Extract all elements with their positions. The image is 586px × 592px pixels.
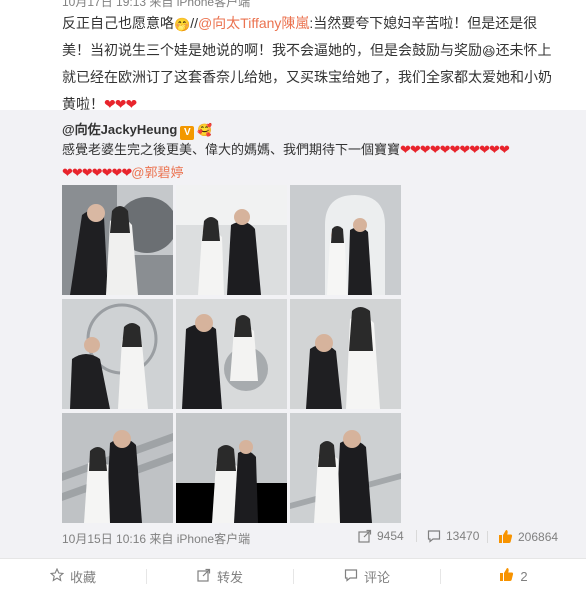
heart-emoji-icons-a: ❤❤❤❤❤❤❤❤❤❤❤ (400, 142, 510, 157)
repost-author-line: @向佐JackyHeung V 🥰 (62, 119, 212, 140)
thumbs-up-icon (498, 529, 513, 547)
post-text-line2: 美！当初说生三个娃是她说的啊！我不会逼她的，但是会鼓励与奖励 (62, 42, 482, 58)
like-count-label: 206864 (518, 530, 559, 544)
like-button[interactable]: 2 (441, 559, 586, 592)
post-text: 反正自己也愿意咯🤭//@向太Tiffany陳嵐:当然要夸下媳妇辛苦啦！但是还是很… (62, 10, 570, 118)
cover-mouth-emoji-icon: 🤭 (174, 17, 191, 32)
mention-link-guo[interactable]: @郭碧婷 (131, 165, 183, 180)
laughing-emoji-icon: 😆 (482, 44, 496, 59)
repost-author-link[interactable]: @向佐JackyHeung (62, 122, 177, 137)
photo-thumbnail[interactable] (290, 185, 401, 295)
photo-thumbnail[interactable] (176, 299, 287, 409)
post-text-line1-cont: :当然要夸下媳妇辛苦啦！但是还是很 (309, 15, 538, 31)
photo-thumbnail[interactable] (290, 413, 401, 523)
repost-text-body: 感覺老婆生完之後更美、偉大的媽媽、我們期待下一個寶寶 (62, 142, 401, 157)
like-count: 2 (520, 568, 528, 584)
post-meta: 10月17日 19:13 来自 iPhone客户端 (62, 0, 251, 9)
repost-forward-count[interactable]: 9454 (358, 529, 404, 545)
comment-icon (344, 568, 358, 585)
action-bar: 收藏 转发 评论 2 (0, 558, 586, 592)
repost-footer: 10月15日 10:16 来自 iPhone客户端 9454 13470 206… (62, 528, 570, 548)
repost-like-count[interactable]: 206864 (487, 529, 558, 545)
photo-thumbnail[interactable] (176, 185, 287, 295)
favorite-button[interactable]: 收藏 (0, 559, 146, 592)
post-text-line3: 就已经在欧洲订了这套香奈儿给她，又买珠宝给她了，我们全家都太爱她和小奶 (62, 69, 552, 85)
repost-time[interactable]: 10月15日 10:16 来自 iPhone客户端 (62, 530, 250, 547)
repost-comment-count[interactable]: 13470 (416, 529, 479, 545)
comment-count-label: 13470 (446, 529, 480, 543)
repost-card: @向佐JackyHeung V 🥰 感覺老婆生完之後更美、偉大的媽媽、我們期待下一個… (0, 110, 586, 558)
post-text-line2-cont: 还未怀上 (495, 42, 552, 58)
divider (416, 530, 417, 542)
photo-thumbnail[interactable] (176, 413, 287, 523)
comment-button[interactable]: 评论 (294, 559, 440, 592)
thumbs-up-icon (499, 567, 514, 585)
forward-count-label: 9454 (377, 529, 404, 543)
forward-label: 转发 (216, 569, 243, 585)
divider (487, 531, 488, 543)
mention-link-tiffany[interactable]: @向太Tiffany陳嵐 (198, 15, 309, 31)
photo-thumbnail[interactable] (62, 185, 173, 295)
comment-label: 评论 (363, 569, 390, 585)
repost-separator: // (190, 15, 198, 31)
post-text-line1: 反正自己也愿意咯 (62, 15, 174, 31)
star-icon (49, 567, 65, 585)
comment-icon (427, 529, 441, 546)
forward-button[interactable]: 转发 (147, 559, 293, 592)
heart-emoji-icons-b: ❤❤❤❤❤❤❤ (62, 165, 132, 180)
photo-thumbnail[interactable] (290, 299, 401, 409)
repost-text: 感覺老婆生完之後更美、偉大的媽媽、我們期待下一個寶寶❤❤❤❤❤❤❤❤❤❤❤ ❤❤… (62, 138, 562, 184)
favorite-label: 收藏 (69, 569, 96, 585)
photo-thumbnail[interactable] (62, 413, 173, 523)
share-icon (358, 529, 372, 546)
member-crown-icon: 🥰 (197, 123, 213, 137)
share-icon (197, 568, 211, 585)
photo-thumbnail[interactable] (62, 299, 173, 409)
